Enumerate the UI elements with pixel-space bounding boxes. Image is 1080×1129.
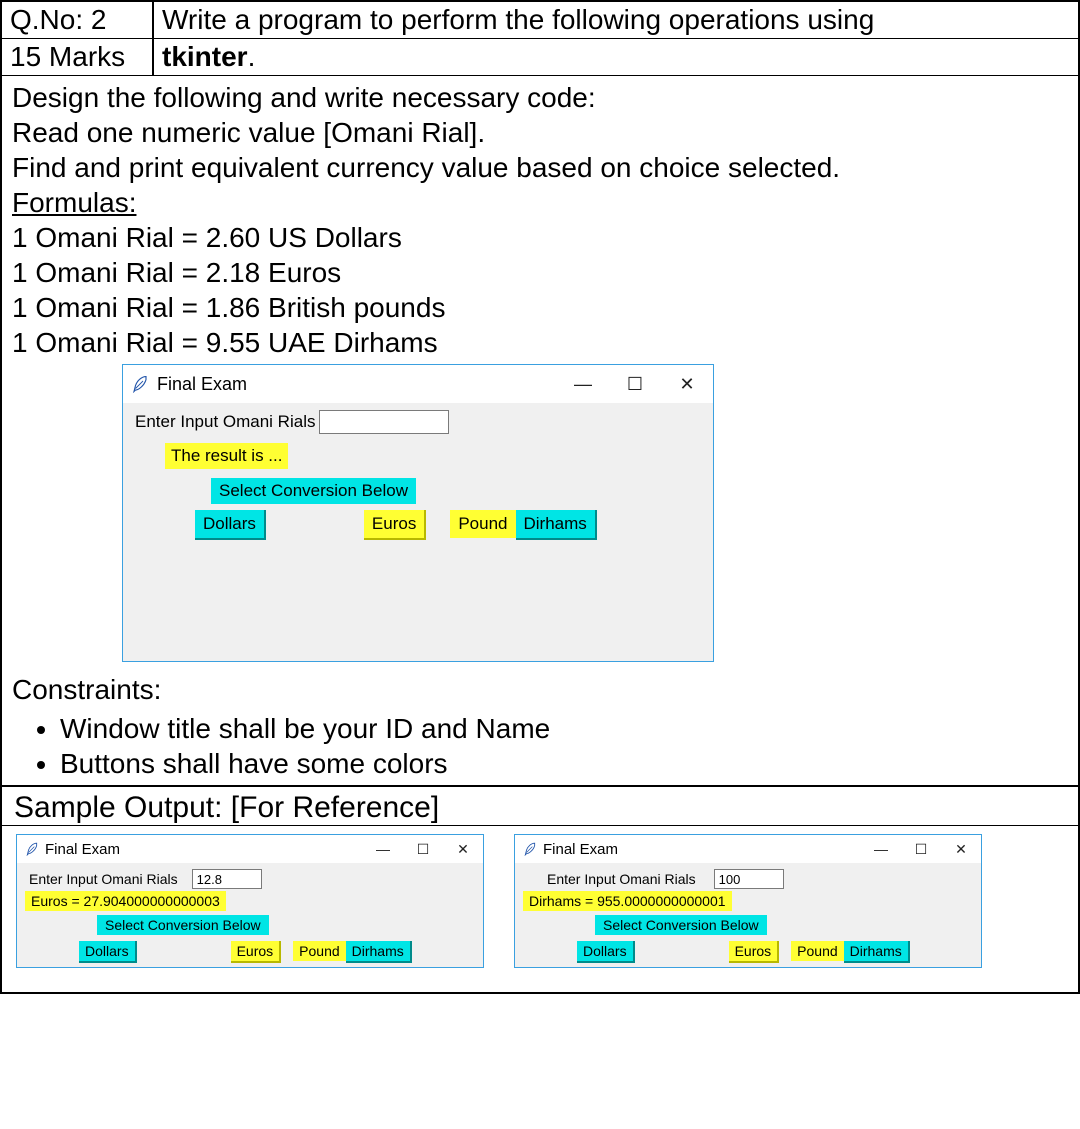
- euros-button[interactable]: Euros: [231, 941, 280, 961]
- formulas-heading: Formulas:: [12, 187, 136, 218]
- result-label: Euros = 27.904000000000003: [25, 891, 226, 911]
- window-title: Final Exam: [157, 373, 557, 396]
- input-label: Enter Input Omani Rials: [25, 869, 182, 889]
- question-marks: 15 Marks: [1, 39, 153, 76]
- input-label: Enter Input Omani Rials: [131, 409, 319, 434]
- feather-icon: [25, 842, 39, 856]
- button-row: Dollars Euros Pound Dirhams: [131, 510, 705, 537]
- rial-input[interactable]: [319, 410, 449, 434]
- tk-window-sample-right: Final Exam — ☐ ✕ Enter Input Omani Rials…: [514, 834, 982, 968]
- maximize-button[interactable]: ☐: [901, 835, 941, 863]
- prompt-suffix: .: [248, 41, 256, 72]
- input-label: Enter Input Omani Rials: [543, 869, 700, 889]
- button-row: Dollars Euros Pound Dirhams: [25, 941, 475, 961]
- question-prompt-line2: tkinter.: [153, 39, 1079, 76]
- constraints-list: Window title shall be your ID and Name B…: [60, 711, 1068, 781]
- feather-icon: [131, 375, 149, 393]
- constraint-1: Window title shall be your ID and Name: [60, 711, 1068, 746]
- sample-output-row: Final Exam — ☐ ✕ Enter Input Omani Rials…: [1, 826, 1079, 993]
- tk-window-main: Final Exam — ☐ ✕ Enter Input Omani Rials…: [122, 364, 714, 662]
- question-prompt-line1: Write a program to perform the following…: [153, 1, 1079, 39]
- close-button[interactable]: ✕: [941, 835, 981, 863]
- formula-2: 1 Omani Rial = 2.18 Euros: [12, 255, 1068, 290]
- window-title: Final Exam: [45, 841, 363, 858]
- pound-button[interactable]: Pound: [293, 941, 345, 961]
- titlebar: Final Exam — ☐ ✕: [123, 365, 713, 403]
- rial-input[interactable]: 12.8: [192, 869, 262, 889]
- question-document: Q.No: 2 Write a program to perform the f…: [0, 0, 1080, 994]
- tk-window-sample-left: Final Exam — ☐ ✕ Enter Input Omani Rials…: [16, 834, 484, 968]
- dirhams-button[interactable]: Dirhams: [516, 510, 595, 537]
- dollars-button[interactable]: Dollars: [577, 941, 633, 961]
- dollars-button[interactable]: Dollars: [195, 510, 264, 537]
- result-label: Dirhams = 955.0000000000001: [523, 891, 732, 911]
- titlebar: Final Exam — ☐ ✕: [17, 835, 483, 863]
- maximize-button[interactable]: ☐: [609, 365, 661, 403]
- feather-icon: [523, 842, 537, 856]
- sample-output-heading: Sample Output: [For Reference]: [1, 786, 1079, 826]
- pound-button[interactable]: Pound: [791, 941, 843, 961]
- pound-button[interactable]: Pound: [450, 510, 515, 537]
- window-title: Final Exam: [543, 841, 861, 858]
- minimize-button[interactable]: —: [861, 835, 901, 863]
- maximize-button[interactable]: ☐: [403, 835, 443, 863]
- body-line-2: Read one numeric value [Omani Rial].: [12, 115, 1068, 150]
- result-label: The result is ...: [165, 443, 288, 468]
- button-row: Dollars Euros Pound Dirhams: [523, 941, 973, 961]
- dirhams-button[interactable]: Dirhams: [346, 941, 410, 961]
- titlebar: Final Exam — ☐ ✕: [515, 835, 981, 863]
- minimize-button[interactable]: —: [557, 365, 609, 403]
- select-conversion-label: Select Conversion Below: [595, 915, 767, 935]
- question-header: Q.No: 2 Write a program to perform the f…: [1, 1, 1079, 76]
- question-number: Q.No: 2: [1, 1, 153, 39]
- euros-button[interactable]: Euros: [729, 941, 778, 961]
- euros-button[interactable]: Euros: [364, 510, 424, 537]
- question-body: Design the following and write necessary…: [1, 76, 1079, 786]
- select-conversion-label: Select Conversion Below: [211, 478, 416, 503]
- close-button[interactable]: ✕: [661, 365, 713, 403]
- minimize-button[interactable]: —: [363, 835, 403, 863]
- close-button[interactable]: ✕: [443, 835, 483, 863]
- formula-4: 1 Omani Rial = 9.55 UAE Dirhams: [12, 325, 1068, 360]
- dollars-button[interactable]: Dollars: [79, 941, 135, 961]
- select-conversion-label: Select Conversion Below: [97, 915, 269, 935]
- constraint-2: Buttons shall have some colors: [60, 746, 1068, 781]
- dirhams-button[interactable]: Dirhams: [844, 941, 908, 961]
- constraints-heading: Constraints:: [12, 672, 1068, 707]
- prompt-bold-word: tkinter: [162, 41, 248, 72]
- body-line-3: Find and print equivalent currency value…: [12, 150, 1068, 185]
- formula-3: 1 Omani Rial = 1.86 British pounds: [12, 290, 1068, 325]
- formula-1: 1 Omani Rial = 2.60 US Dollars: [12, 220, 1068, 255]
- rial-input[interactable]: 100: [714, 869, 784, 889]
- body-line-1: Design the following and write necessary…: [12, 80, 1068, 115]
